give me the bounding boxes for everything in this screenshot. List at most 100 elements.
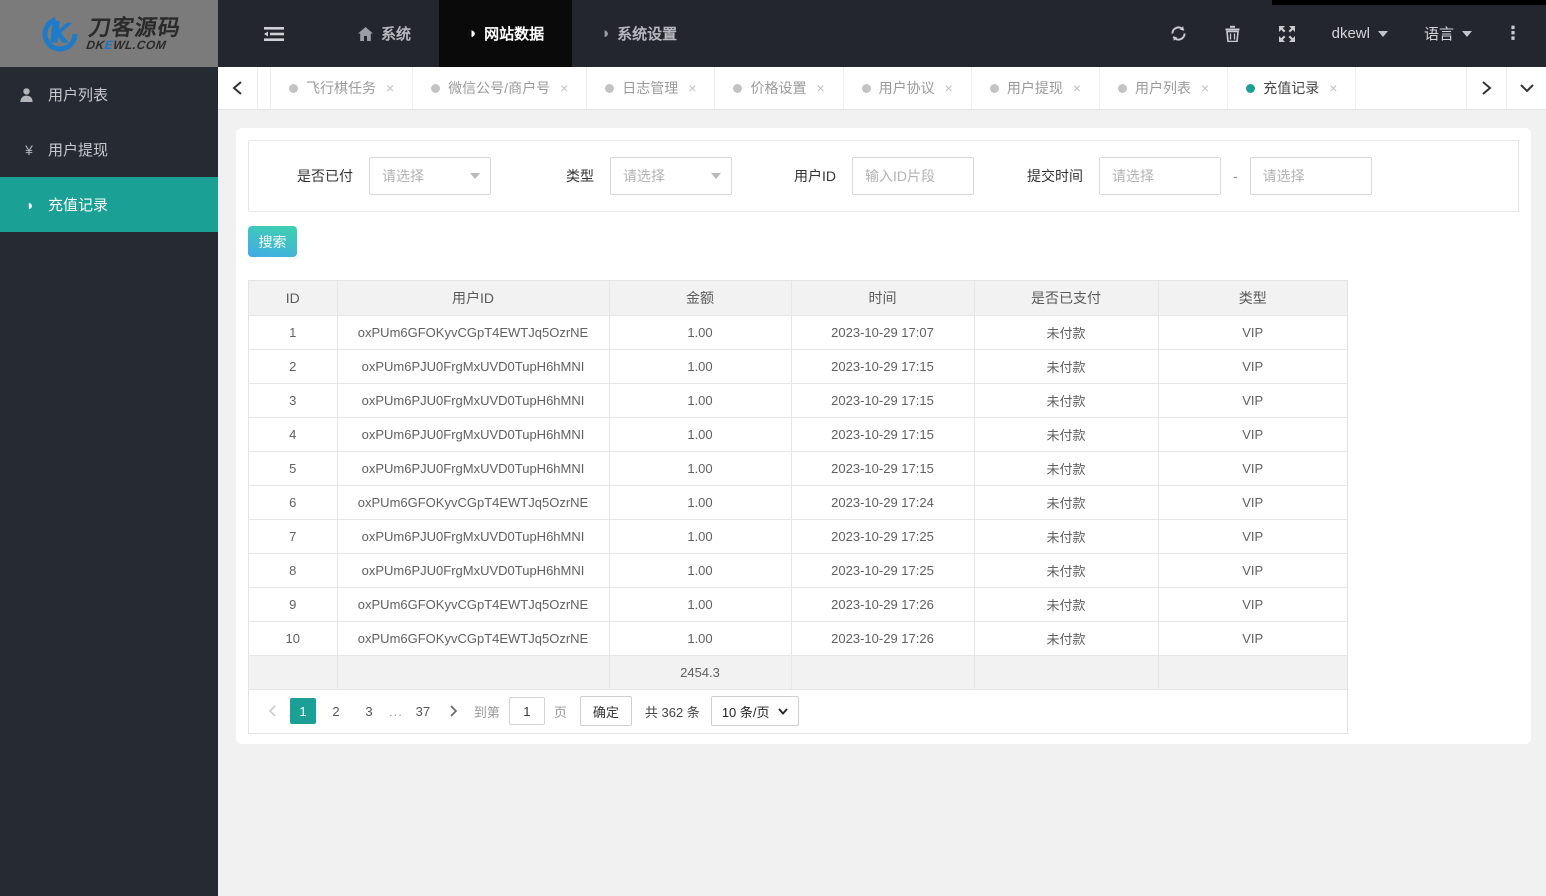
table-cell: 未付款	[973, 348, 1159, 384]
submit-time-end-input[interactable]	[1249, 157, 1372, 195]
prev-page-icon[interactable]	[261, 698, 283, 724]
sidebar: 用户列表 ¥ 用户提现 ◑ 充值记录	[0, 67, 218, 896]
tab-log-management[interactable]: 日志管理 ×	[587, 67, 716, 109]
table-cell: 9	[249, 586, 338, 622]
table-row: 8 oxPUm6PJU0FrgMxUVD0TupH6hMNI 1.00 2023-10…	[249, 552, 1347, 588]
user-menu[interactable]: dkewl	[1318, 0, 1402, 67]
goto-page-input[interactable]	[508, 697, 545, 725]
tab-dot	[989, 83, 999, 93]
page-unit-label: 页	[553, 704, 567, 720]
table-cell: 1.00	[608, 586, 792, 622]
nav-item-system[interactable]: 系统	[330, 0, 439, 67]
table-cell: 1.00	[608, 314, 792, 350]
language-menu[interactable]: 语言	[1410, 0, 1486, 67]
app-logo: 刀客源码 DKEWL.COM	[0, 0, 218, 67]
table-cell: 1.00	[608, 348, 792, 384]
user-id-input[interactable]	[852, 157, 974, 195]
tab-dot	[289, 83, 298, 93]
chevron-down-icon	[1462, 30, 1472, 37]
tabs-scroll-right-icon[interactable]	[1466, 67, 1506, 109]
tab-feixingqi-task[interactable]: 飞行棋任务 ×	[270, 67, 414, 109]
tabs-scroll-left-icon[interactable]	[218, 67, 258, 109]
table-cell: 1.00	[608, 416, 792, 452]
table-row: 1 oxPUm6GFOKyvCGpT4EWTJq5OzrNE 1.00 2023-10…	[249, 314, 1347, 350]
main-nav: 系统 ◑ 网站数据 ◑ 系统设置	[218, 0, 705, 67]
topbar-actions: dkewl 语言 ⋮	[1156, 0, 1546, 67]
nav-item-system-settings[interactable]: ◑ 系统设置	[572, 0, 705, 67]
close-icon[interactable]: ×	[560, 80, 568, 96]
search-button[interactable]: 搜索	[248, 226, 297, 257]
table-cell: 1.00	[608, 620, 792, 656]
type-select[interactable]: 请选择	[610, 157, 732, 195]
nav-item-site-data[interactable]: ◑ 网站数据	[439, 0, 573, 67]
table-row: 7 oxPUm6PJU0FrgMxUVD0TupH6hMNI 1.00 2023-10…	[249, 518, 1347, 554]
filter-paid: 是否已付 请选择	[297, 157, 491, 195]
table-cell: 7	[249, 518, 338, 554]
tabs-dropdown-icon[interactable]	[1506, 67, 1546, 109]
paid-select[interactable]: 请选择	[369, 157, 491, 195]
page-number[interactable]: 37	[410, 698, 436, 724]
close-icon[interactable]: ×	[816, 80, 824, 96]
close-icon[interactable]: ×	[945, 80, 953, 96]
column-header-id: ID	[249, 281, 338, 316]
table-cell: 8	[249, 552, 338, 588]
tab-dot	[861, 83, 871, 93]
table-cell: 未付款	[973, 450, 1159, 486]
confirm-button[interactable]: 确定	[579, 696, 632, 726]
topbar: 刀客源码 DKEWL.COM 系统 ◑ 网站数据 ◑ 系统设置 dkewl 语言…	[0, 0, 1546, 67]
total-count-label: 共 362 条	[644, 704, 700, 720]
table-cell: oxPUm6GFOKyvCGpT4EWTJq5OzrNE	[336, 314, 610, 350]
sidebar-item-recharge-records[interactable]: ◑ 充值记录	[0, 177, 218, 232]
close-icon[interactable]: ×	[688, 80, 696, 96]
filter-panel: 是否已付 请选择 类型 请选择 用户ID 提交时间	[248, 140, 1519, 212]
close-icon[interactable]: ×	[386, 80, 394, 96]
recharge-records-panel: 是否已付 请选择 类型 请选择 用户ID 提交时间	[236, 128, 1531, 744]
table-cell: VIP	[1157, 382, 1347, 418]
table-summary-row: 2454.3	[249, 654, 1347, 690]
table-cell: VIP	[1157, 586, 1347, 622]
tab-dot	[1246, 83, 1256, 93]
sidebar-item-user-list[interactable]: 用户列表	[0, 67, 218, 122]
records-table-container: ID 用户ID 金额 时间 是否已支付 类型 1 oxPUm6GFOKyvCGpT…	[248, 280, 1348, 734]
column-header-time: 时间	[790, 281, 975, 316]
table-row: 5 oxPUm6PJU0FrgMxUVD0TupH6hMNI 1.00 2023-10…	[249, 450, 1347, 486]
close-icon[interactable]: ×	[1201, 80, 1209, 96]
page-number[interactable]: 3	[356, 698, 382, 724]
tab-wechat-account[interactable]: 微信公号/商户号 ×	[413, 67, 588, 109]
close-icon[interactable]: ×	[1073, 80, 1081, 96]
sidebar-toggle-icon[interactable]	[218, 0, 330, 67]
home-icon	[358, 26, 373, 41]
page-number[interactable]: 1	[290, 698, 316, 724]
table-cell: VIP	[1157, 416, 1347, 452]
table-cell: 2023-10-29 17:24	[790, 484, 975, 520]
tab-user-list[interactable]: 用户列表 ×	[1100, 67, 1229, 109]
table-cell: 2023-10-29 17:26	[790, 586, 975, 622]
sidebar-item-label: 用户提现	[48, 142, 109, 159]
table-cell: oxPUm6PJU0FrgMxUVD0TupH6hMNI	[336, 450, 610, 486]
tab-price-settings[interactable]: 价格设置 ×	[715, 67, 844, 109]
trash-icon[interactable]	[1210, 0, 1256, 67]
more-menu-icon[interactable]: ⋮	[1494, 23, 1532, 44]
table-row: 4 oxPUm6PJU0FrgMxUVD0TupH6hMNI 1.00 2023-10…	[249, 416, 1347, 452]
table-cell: 1.00	[608, 484, 792, 520]
nav-item-label: 网站数据	[484, 26, 545, 43]
table-cell: VIP	[1157, 348, 1347, 384]
table-cell: 2023-10-29 17:15	[790, 348, 975, 384]
sidebar-item-user-withdraw[interactable]: ¥ 用户提现	[0, 122, 218, 177]
tab-user-withdraw[interactable]: 用户提现 ×	[972, 67, 1101, 109]
page-number[interactable]: 2	[323, 698, 349, 724]
refresh-icon[interactable]	[1156, 0, 1202, 67]
adjust-icon: ◑	[467, 25, 477, 42]
page-size-select[interactable]: 10 条/页	[710, 696, 799, 726]
tab-recharge-records[interactable]: 充值记录 ×	[1228, 67, 1357, 109]
filter-type-label: 类型	[566, 168, 594, 184]
table-cell: VIP	[1157, 620, 1347, 656]
submit-time-start-input[interactable]	[1099, 157, 1221, 195]
chevron-down-icon	[470, 173, 480, 179]
table-cell: oxPUm6PJU0FrgMxUVD0TupH6hMNI	[336, 416, 610, 452]
table-cell: 2023-10-29 17:15	[790, 416, 975, 452]
fullscreen-icon[interactable]	[1264, 0, 1310, 67]
close-icon[interactable]: ×	[1329, 80, 1337, 96]
tab-user-agreement[interactable]: 用户协议 ×	[844, 67, 972, 109]
next-page-icon[interactable]	[443, 698, 465, 724]
